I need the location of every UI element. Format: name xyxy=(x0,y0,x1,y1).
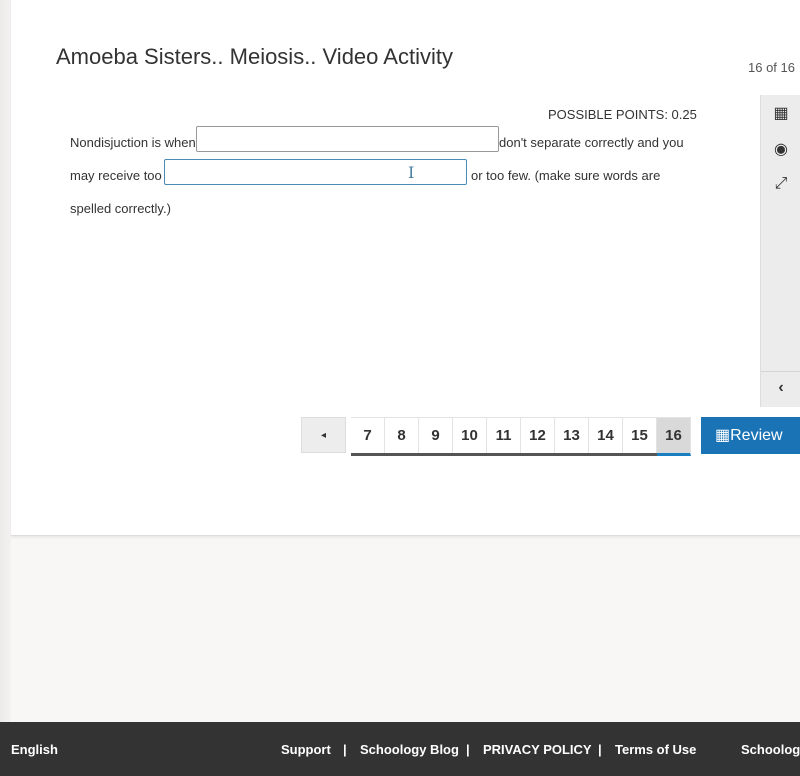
page-button[interactable]: 10 xyxy=(453,417,487,453)
pager-prev-button[interactable]: ◂ xyxy=(301,417,346,453)
footer-separator: | xyxy=(598,742,602,757)
footer-link-blog[interactable]: Schoology Blog xyxy=(360,742,459,757)
collapse-icon[interactable]: ‹ xyxy=(761,379,800,397)
calendar-icon: ▦ xyxy=(715,427,731,444)
footer-link-privacy[interactable]: PRIVACY POLICY xyxy=(483,742,592,757)
page-button[interactable]: 12 xyxy=(521,417,555,453)
calendar-icon[interactable]: ▦ xyxy=(761,103,800,123)
question-text: Nondisjuction is when xyxy=(70,135,196,150)
accessibility-icon[interactable]: ◉ xyxy=(761,139,800,159)
pager: 7 8 9 10 11 12 13 14 15 16 xyxy=(351,417,691,456)
footer: English Support | Schoology Blog | PRIVA… xyxy=(0,722,800,776)
page-button[interactable]: 11 xyxy=(487,417,521,453)
footer-separator: | xyxy=(466,742,470,757)
footer-brand: Schoology xyxy=(741,742,800,757)
page-button[interactable]: 14 xyxy=(589,417,623,453)
answer-input-2[interactable] xyxy=(164,159,467,185)
question-text: spelled correctly.) xyxy=(70,201,171,216)
page-button[interactable]: 13 xyxy=(555,417,589,453)
page-edge xyxy=(0,0,11,722)
page-button[interactable]: 9 xyxy=(419,417,453,453)
footer-separator: | xyxy=(343,742,347,757)
question-text: or too few. (make sure words are xyxy=(471,168,661,183)
expand-icon[interactable]: ⤢ xyxy=(761,175,800,193)
footer-link-terms[interactable]: Terms of Use xyxy=(615,742,696,757)
review-label: Review xyxy=(730,427,783,444)
page-title: Amoeba Sisters.. Meiosis.. Video Activit… xyxy=(56,44,453,69)
page-button-active[interactable]: 16 xyxy=(657,417,691,456)
answer-input-1[interactable] xyxy=(196,126,499,152)
text-cursor-icon: I xyxy=(408,163,415,182)
page-button[interactable]: 8 xyxy=(385,417,419,453)
page-button[interactable]: 15 xyxy=(623,417,657,453)
possible-points: POSSIBLE POINTS: 0.25 xyxy=(548,107,697,122)
language-selector[interactable]: English xyxy=(11,742,58,757)
question-text: don't separate correctly and you xyxy=(499,135,684,150)
question-text: may receive too xyxy=(70,168,162,183)
rail-divider xyxy=(761,371,800,372)
tool-rail: ▦ ◉ ⤢ ‹ xyxy=(760,95,800,407)
question-counter: 16 of 16 xyxy=(748,60,795,75)
review-button[interactable]: ▦Review xyxy=(701,417,800,454)
page-button[interactable]: 7 xyxy=(351,417,385,453)
footer-link-support[interactable]: Support xyxy=(281,742,331,757)
